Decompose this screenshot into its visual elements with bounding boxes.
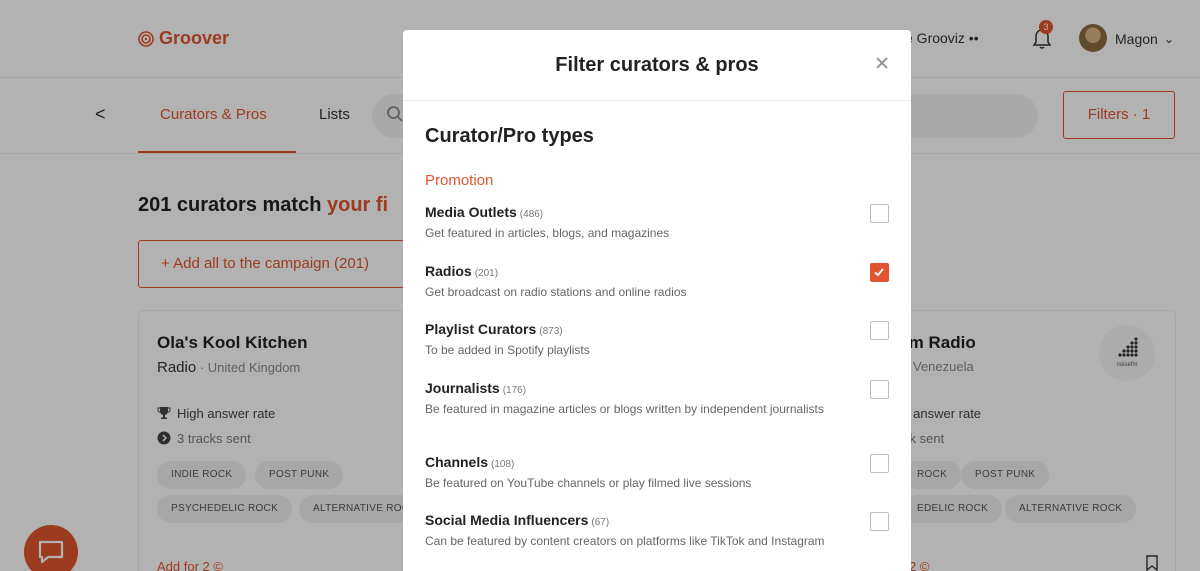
- close-icon[interactable]: [873, 54, 891, 72]
- option-description: Get featured in articles, blogs, and mag…: [425, 226, 670, 240]
- option-description: Be featured on YouTube channels or play …: [425, 476, 752, 490]
- filter-option-radios[interactable]: Radios (201) Get broadcast on radio stati…: [425, 263, 889, 299]
- option-name: Radios: [425, 263, 472, 279]
- option-count: (201): [474, 268, 499, 279]
- option-count: (108): [491, 459, 515, 470]
- checkbox-journalists[interactable]: [870, 380, 889, 399]
- checkbox-social-media-influencers[interactable]: [870, 512, 889, 531]
- option-name: Social Media Influencers: [425, 512, 589, 528]
- option-label: Channels (108): [425, 454, 889, 470]
- checkbox-channels[interactable]: [870, 454, 889, 473]
- filter-option-social-media-influencers[interactable]: Social Media Influencers (67) Can be feat…: [425, 512, 889, 548]
- option-count: (176): [502, 385, 527, 396]
- option-description: Get broadcast on radio stations and onli…: [425, 285, 687, 299]
- option-name: Journalists: [425, 380, 500, 396]
- group-label-promotion: Promotion: [425, 172, 494, 189]
- option-label: Playlist Curators (873): [425, 321, 889, 337]
- option-label: Journalists (176): [425, 380, 889, 396]
- modal-header: Filter curators & pros: [403, 30, 911, 101]
- option-name: Playlist Curators: [425, 321, 537, 337]
- option-count: (486): [519, 209, 544, 220]
- filter-modal: Filter curators & pros Curator/Pro types…: [403, 30, 911, 571]
- filter-option-playlist-curators[interactable]: Playlist Curators (873) To be added in Sp…: [425, 321, 889, 357]
- filter-option-media-outlets[interactable]: Media Outlets (486) Get featured in artic…: [425, 204, 889, 240]
- option-count: (873): [539, 326, 563, 337]
- filter-option-journalists[interactable]: Journalists (176) Be featured in magazine…: [425, 380, 889, 416]
- option-label: Radios (201): [425, 263, 889, 279]
- option-description: To be added in Spotify playlists: [425, 343, 590, 357]
- option-description: Can be featured by content creators on p…: [425, 534, 825, 548]
- checkbox-radios[interactable]: [870, 263, 889, 282]
- filter-option-channels[interactable]: Channels (108) Be featured on YouTube cha…: [425, 454, 889, 490]
- option-count: (67): [591, 517, 610, 528]
- option-label: Media Outlets (486): [425, 204, 889, 220]
- checkbox-media-outlets[interactable]: [870, 204, 889, 223]
- check-icon: [874, 268, 884, 277]
- option-description: Be featured in magazine articles or blog…: [425, 402, 824, 416]
- option-name: Media Outlets: [425, 204, 517, 220]
- option-name: Channels: [425, 454, 489, 470]
- modal-title: Filter curators & pros: [555, 54, 759, 76]
- section-title: Curator/Pro types: [425, 125, 594, 147]
- checkbox-playlist-curators[interactable]: [870, 321, 889, 340]
- option-label: Social Media Influencers (67): [425, 512, 889, 528]
